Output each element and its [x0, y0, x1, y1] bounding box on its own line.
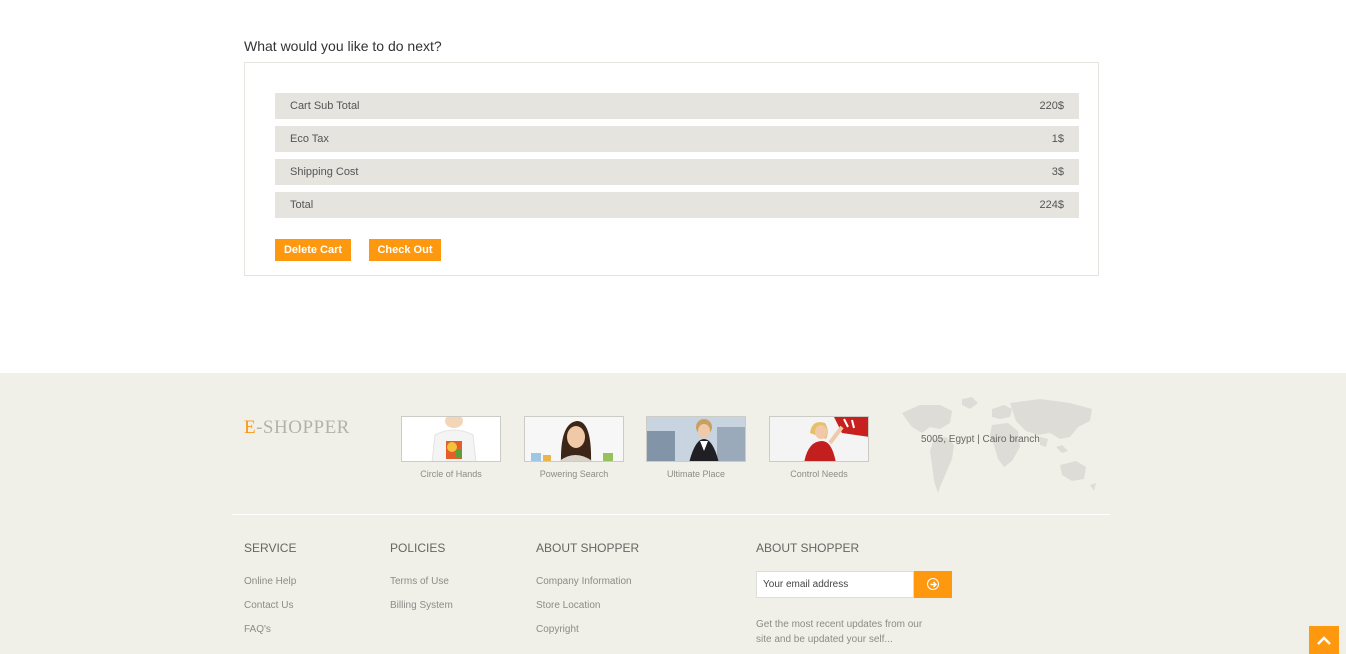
video-item[interactable]: Circle of Hands: [401, 416, 501, 479]
cart-row-subtotal: Cart Sub Total 220$: [275, 93, 1079, 119]
cart-row-eco-tax: Eco Tax 1$: [275, 126, 1079, 152]
cart-row-label: Eco Tax: [290, 133, 329, 145]
video-caption: Powering Search: [539, 469, 609, 479]
cart-row-label: Shipping Cost: [290, 166, 359, 178]
policies-column-title: POLICIES: [390, 541, 446, 555]
address-text: 5005, Egypt | Cairo branch: [921, 434, 1040, 445]
checkout-button[interactable]: Check Out: [369, 239, 441, 261]
cart-row-label: Total: [290, 199, 314, 211]
footer-link-terms[interactable]: Terms of Use: [390, 576, 449, 587]
video-thumbnail[interactable]: [524, 416, 624, 462]
video-thumbnail[interactable]: [401, 416, 501, 462]
about-column-title: ABOUT SHOPPER: [536, 541, 640, 555]
footer-link-billing[interactable]: Billing System: [390, 600, 453, 611]
video-item[interactable]: Powering Search: [524, 416, 624, 479]
video-item[interactable]: Control Needs: [769, 416, 869, 479]
footer-link-faqs[interactable]: FAQ's: [244, 624, 271, 635]
footer-link-contact-us[interactable]: Contact Us: [244, 600, 293, 611]
world-map: [900, 395, 1100, 500]
cart-summary-box: Cart Sub Total 220$ Eco Tax 1$ Shipping …: [244, 62, 1099, 276]
cart-row-shipping: Shipping Cost 3$: [275, 159, 1079, 185]
subscribe-button[interactable]: [914, 571, 952, 598]
footer-link-online-help[interactable]: Online Help: [244, 576, 296, 587]
footer-divider: [232, 514, 1110, 515]
chevron-up-icon: [1317, 636, 1331, 645]
video-thumbnail[interactable]: [646, 416, 746, 462]
cart-row-value: 3$: [1051, 166, 1064, 178]
footer-link-copyright[interactable]: Copyright: [536, 624, 579, 635]
footer: E-SHOPPER Circle of Hands Powering Searc…: [0, 373, 1346, 654]
video-caption: Ultimate Place: [666, 469, 726, 479]
cart-row-total: Total 224$: [275, 192, 1079, 218]
scroll-to-top-button[interactable]: [1309, 626, 1339, 654]
cart-row-label: Cart Sub Total: [290, 100, 360, 112]
video-item[interactable]: Ultimate Place: [646, 416, 746, 479]
newsletter-title: ABOUT SHOPPER: [756, 541, 860, 555]
video-caption: Circle of Hands: [420, 469, 482, 479]
newsletter-description: Get the most recent updates from our sit…: [756, 619, 923, 645]
footer-logo[interactable]: E-SHOPPER: [244, 417, 350, 439]
footer-link-store-location[interactable]: Store Location: [536, 600, 601, 611]
delete-cart-button[interactable]: Delete Cart: [275, 239, 351, 261]
video-caption: Control Needs: [790, 469, 848, 479]
cart-row-value: 224$: [1039, 199, 1064, 211]
video-thumbnail[interactable]: [769, 416, 869, 462]
cart-row-value: 220$: [1039, 100, 1064, 112]
arrow-right-circle-icon: [927, 578, 939, 590]
service-column-title: SERVICE: [244, 541, 297, 555]
email-field[interactable]: [756, 571, 914, 598]
cart-row-value: 1$: [1051, 133, 1064, 145]
next-step-heading: What would you like to do next?: [244, 38, 442, 54]
footer-link-company-info[interactable]: Company Information: [536, 576, 632, 587]
